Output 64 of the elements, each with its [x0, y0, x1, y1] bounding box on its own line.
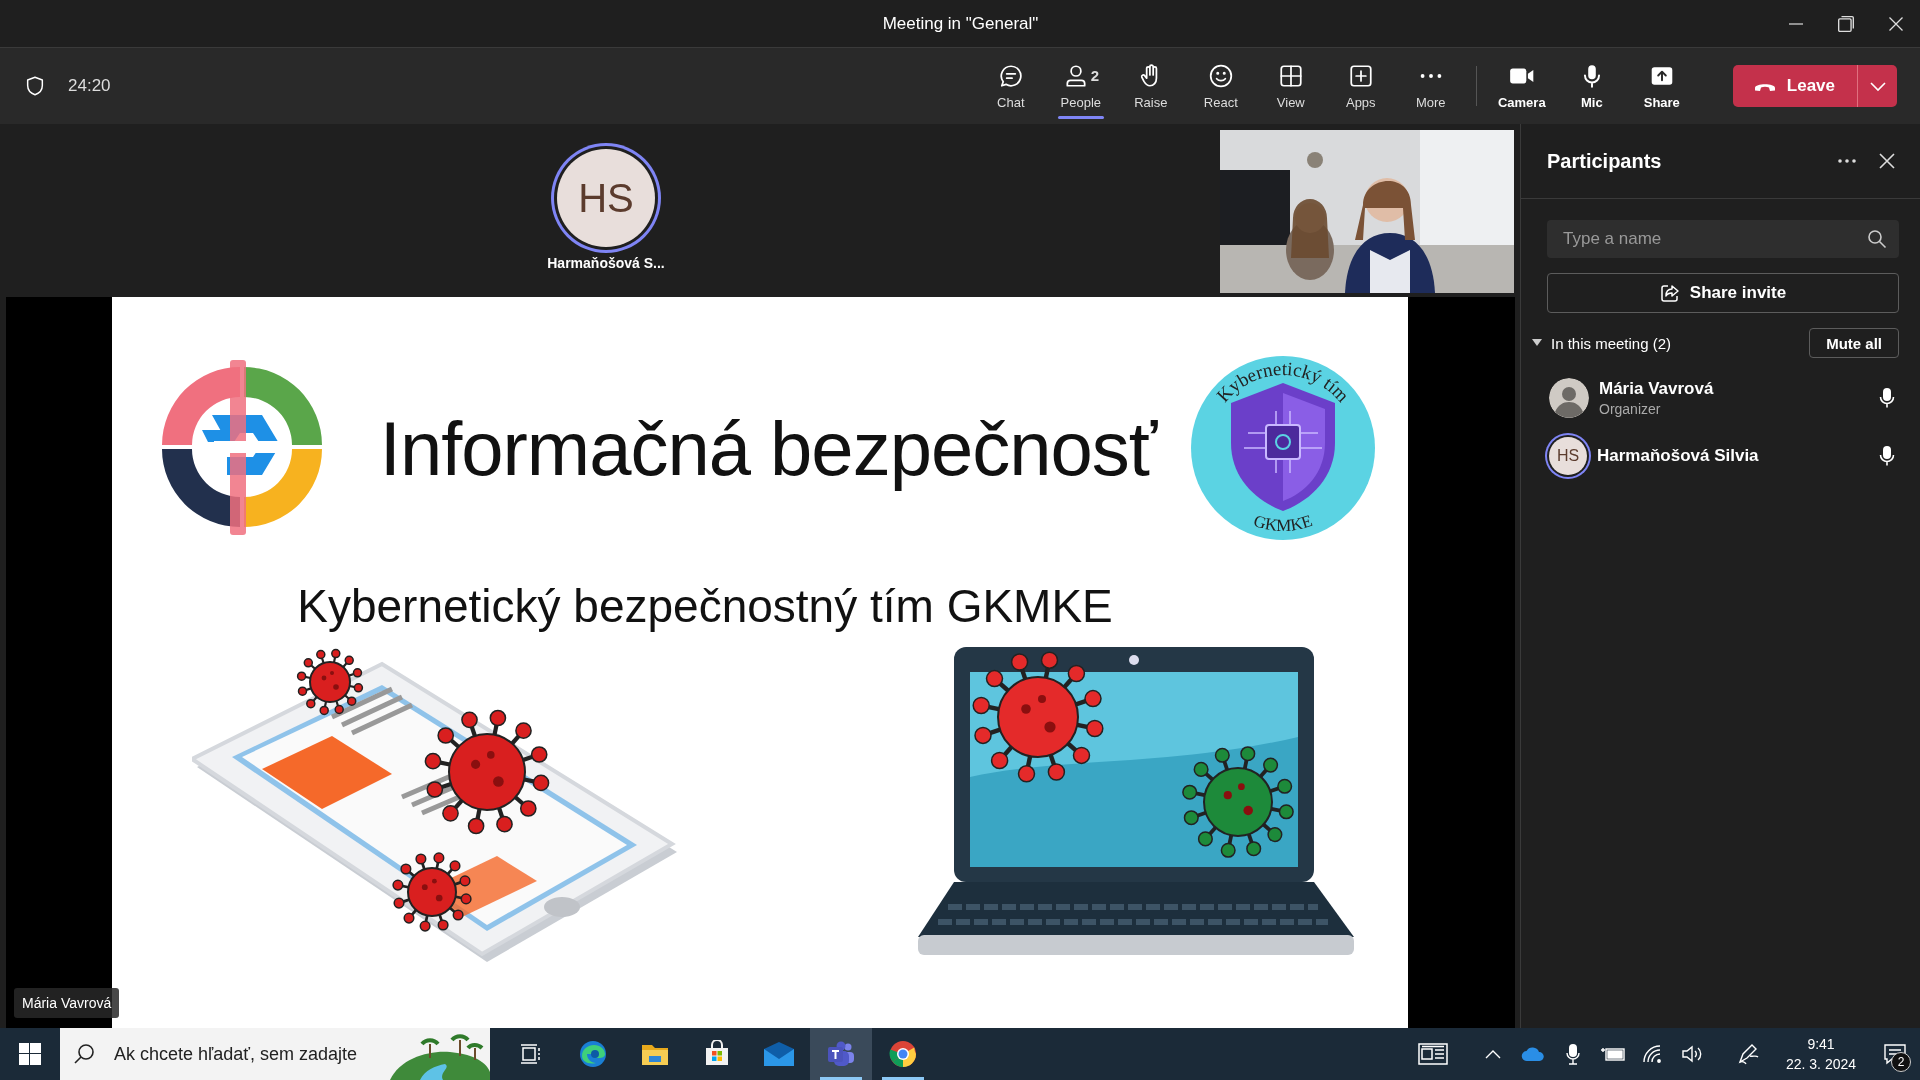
view-button[interactable]: View — [1255, 51, 1326, 121]
teams-icon — [826, 1040, 856, 1068]
participant-role: Organizer — [1599, 401, 1662, 417]
collapse-icon[interactable] — [1531, 338, 1543, 348]
envelope-icon — [763, 1041, 795, 1067]
section-label: In this meeting (2) — [1551, 334, 1673, 352]
search-field[interactable]: Type a name — [1547, 220, 1899, 258]
leave-button[interactable]: Leave — [1732, 65, 1857, 107]
avatar — [1549, 378, 1589, 418]
window-title: Meeting in "General" — [882, 13, 1039, 34]
slide-subtitle: Kybernetický bezpečnostný tím GKMKE — [296, 579, 1114, 633]
chat-icon — [997, 62, 1024, 89]
meeting-timer: 24:20 — [68, 76, 111, 96]
chat-button[interactable]: Chat — [975, 51, 1046, 121]
raise-button[interactable]: Raise — [1115, 51, 1186, 121]
react-button[interactable]: React — [1185, 51, 1256, 121]
grid-icon — [1277, 62, 1304, 89]
close-icon — [1888, 15, 1904, 32]
camera-button[interactable]: Camera — [1486, 51, 1557, 121]
participant-name: Harmaňošová Silvia — [1597, 446, 1760, 466]
task-view-icon — [519, 1042, 543, 1066]
message-icon — [1883, 1043, 1907, 1065]
share-invite-button[interactable]: Share invite — [1547, 273, 1899, 313]
mic-button[interactable]: Mic — [1556, 51, 1627, 121]
search-icon — [1867, 229, 1887, 249]
participant-name: Mária Vavrová — [1599, 379, 1715, 399]
clock-date: 22. 3. 2024 — [1785, 1056, 1857, 1072]
share-button[interactable]: Share — [1626, 51, 1697, 121]
search-field[interactable]: Ak chcete hľadať, sem zadajte — [108, 1028, 390, 1080]
chevron-down-icon — [1868, 80, 1887, 92]
more-icon — [1418, 72, 1443, 79]
presenter-name: Mária Vavrová — [14, 988, 120, 1018]
share-icon — [1659, 283, 1680, 303]
more-button[interactable]: More — [1395, 51, 1466, 121]
minimize-icon — [1788, 22, 1804, 25]
shield-icon — [24, 75, 46, 97]
emblem-text: GKMKE — [1251, 511, 1315, 536]
participant-name: Harmaňošová S... — [547, 255, 665, 271]
apps-button[interactable]: Apps — [1325, 51, 1396, 121]
clock[interactable]: 9:41 22. 3. 2024 — [1773, 1028, 1869, 1080]
people-button[interactable]: 2 People — [1045, 51, 1116, 121]
clock-time: 9:41 — [1807, 1036, 1835, 1052]
emblem-icon — [1191, 356, 1375, 540]
chrome-icon — [888, 1039, 918, 1069]
plus-icon — [1347, 62, 1374, 89]
microphone-icon — [1879, 445, 1895, 467]
notification-count: 2 — [1891, 1052, 1911, 1072]
restore-icon — [1837, 14, 1855, 33]
smiley-icon — [1207, 62, 1234, 89]
teams-app-button[interactable] — [810, 1028, 872, 1080]
more-icon — [1837, 158, 1857, 164]
search-icon — [60, 1028, 108, 1080]
windows-logo-icon — [19, 1043, 41, 1065]
browser-icon — [578, 1039, 608, 1069]
mute-all-button[interactable]: Mute all — [1809, 328, 1899, 358]
notifications-button[interactable]: 2 — [1869, 1028, 1920, 1080]
slide-title: Informačná bezpečnosť — [378, 404, 1159, 492]
microphone-icon — [1879, 387, 1895, 409]
close-icon — [1879, 153, 1895, 169]
participant-count: 2 — [1090, 67, 1099, 84]
dropdown-button[interactable] — [1857, 65, 1897, 107]
avatar: HS — [1549, 437, 1587, 475]
store-icon — [703, 1040, 731, 1068]
panel-title: Participants — [1547, 149, 1663, 173]
